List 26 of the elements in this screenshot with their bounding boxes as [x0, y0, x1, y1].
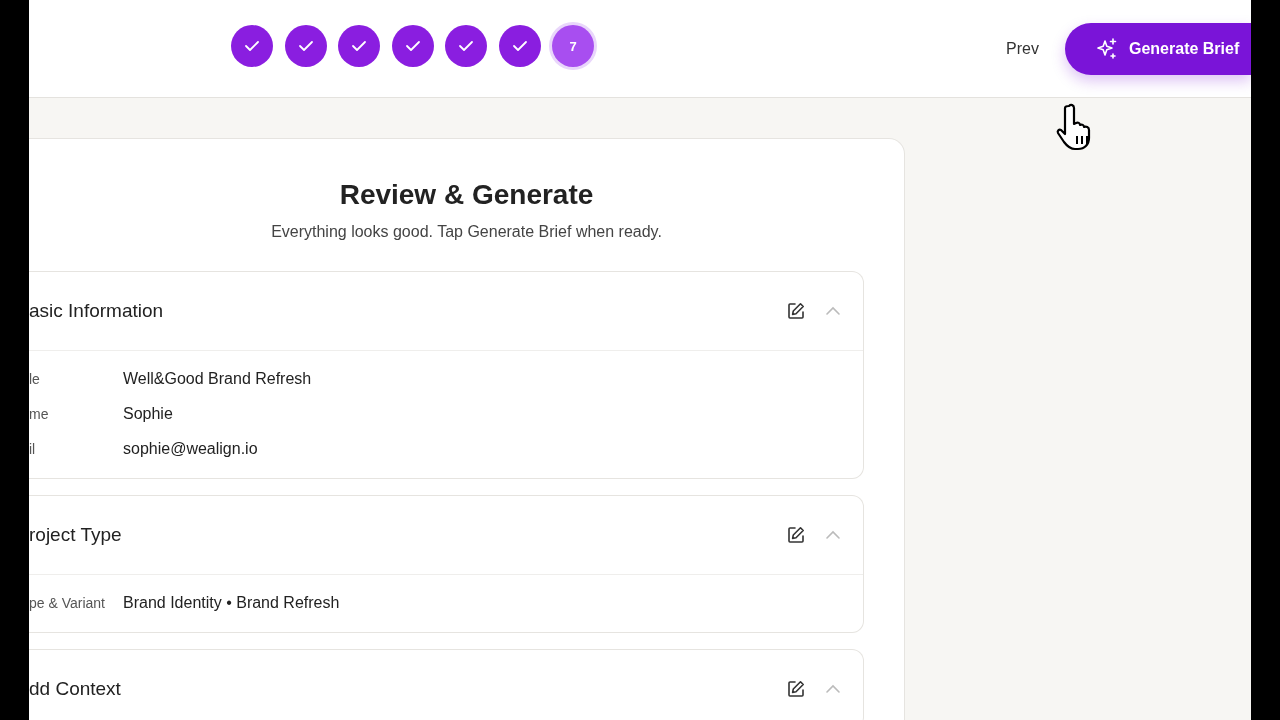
prev-button[interactable]: Prev [1002, 33, 1043, 64]
section-title: asic Information [29, 300, 164, 322]
section-title: dd Context [29, 678, 121, 700]
edit-icon[interactable] [787, 526, 805, 544]
field-label: pe & Variant [29, 594, 106, 611]
page-title: Review & Generate [338, 179, 595, 211]
field-label: me [29, 405, 50, 422]
field-value: Well&Good Brand Refresh [123, 369, 312, 388]
check-icon [297, 40, 314, 52]
page-subtitle: Everything looks good. Tap Generate Brief when ready. [270, 223, 663, 241]
check-icon [404, 40, 421, 52]
field-value: sophie@wealign.io [123, 439, 258, 458]
edit-icon[interactable] [787, 680, 805, 698]
section-title: roject Type [29, 524, 122, 546]
field-value: Brand Identity • Brand Refresh [123, 593, 340, 612]
check-icon [511, 40, 528, 52]
check-icon [458, 40, 474, 52]
field-label: le [29, 370, 41, 387]
check-icon [351, 40, 367, 52]
generate-brief-button[interactable]: Generate Brief [1065, 22, 1251, 75]
sparkle-icon [1095, 36, 1119, 61]
check-icon [244, 40, 260, 52]
edit-icon[interactable] [787, 302, 805, 320]
field-value: Sophie [123, 404, 173, 423]
field-label: il [29, 440, 37, 457]
step-indicator: 7 [552, 25, 594, 67]
